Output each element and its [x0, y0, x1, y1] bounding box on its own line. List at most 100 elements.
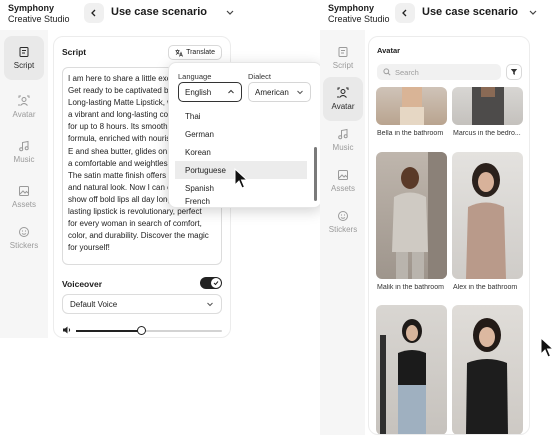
sidebar-item-label: Assets: [11, 200, 36, 209]
translate-button[interactable]: Translate: [168, 45, 222, 60]
page-title: Use case scenario: [111, 6, 208, 18]
avatar-thumbnail[interactable]: [452, 305, 523, 434]
volume-slider-thumb[interactable]: [137, 326, 147, 335]
search-placeholder: Search: [395, 67, 419, 77]
avatar-name: Bella in the bathroom: [377, 130, 444, 137]
sidebar-item-music[interactable]: Music: [323, 118, 363, 162]
avatar-name: Alex in the bathroom: [453, 284, 518, 291]
translate-icon: [175, 49, 183, 57]
scenario-selector[interactable]: Use case scenario: [111, 6, 235, 18]
avatar-photo: [380, 319, 426, 434]
avatar-panel: Avatar Search Bella in the bathroom Marc…: [368, 36, 530, 435]
sidebar-item-label: Music: [13, 155, 35, 164]
sidebar-item-label: Stickers: [328, 225, 358, 234]
brand-subtitle: Creative Studio: [8, 14, 70, 24]
avatar-thumbnail[interactable]: [376, 87, 447, 125]
sidebar-item-label: Script: [332, 61, 354, 70]
sidebar-item-label: Assets: [330, 184, 355, 193]
sidebar-item-avatar[interactable]: Avatar: [4, 85, 44, 129]
dialect-select[interactable]: American: [248, 82, 311, 102]
avatar-photo: [466, 318, 508, 434]
sidebar-item-assets[interactable]: Assets: [4, 175, 44, 219]
chevron-left-icon: [402, 9, 407, 17]
avatar-photo: [472, 87, 504, 125]
avatar-label: Avatar: [377, 46, 401, 55]
sidebar-item-stickers[interactable]: Stickers: [4, 216, 44, 260]
dialect-label: Dialect: [248, 72, 271, 81]
options-scrollbar[interactable]: [314, 147, 317, 201]
sidebar-item-assets[interactable]: Assets: [323, 159, 363, 203]
script-icon: [19, 47, 29, 57]
brand-logo: Symphony Creative Studio: [8, 3, 70, 25]
voiceover-toggle[interactable]: [200, 277, 222, 289]
stickers-icon: [19, 227, 29, 237]
sidebar-item-avatar[interactable]: Avatar: [323, 77, 363, 121]
avatar-thumbnail[interactable]: [452, 152, 523, 279]
toggle-knob: [211, 278, 221, 288]
translate-label: Translate: [186, 49, 215, 56]
filter-icon: [510, 69, 518, 75]
page-title: Use case scenario: [422, 6, 519, 18]
language-label: Language: [178, 72, 212, 81]
brand-subtitle: Creative Studio: [328, 14, 390, 24]
brand-name: Symphony: [8, 3, 55, 13]
sidebar-item-label: Script: [13, 61, 35, 70]
language-option[interactable]: French: [175, 197, 307, 207]
mouse-cursor-icon: [540, 337, 555, 358]
sidebar-item-stickers[interactable]: Stickers: [323, 200, 363, 244]
chevron-up-icon: [228, 89, 234, 94]
chevron-down-icon: [297, 90, 303, 95]
back-button[interactable]: [84, 3, 104, 23]
sidebar-item-label: Avatar: [331, 102, 355, 111]
brand-logo: Symphony Creative Studio: [328, 3, 390, 25]
sidebar-item-music[interactable]: Music: [4, 130, 44, 174]
voice-select[interactable]: Default Voice: [62, 294, 222, 314]
script-line: for every woman in search of comfort,: [68, 219, 202, 229]
voice-select-value: Default Voice: [70, 299, 118, 309]
volume-icon: [63, 326, 71, 334]
assets-icon: [19, 186, 29, 196]
chevron-down-icon: [207, 302, 213, 307]
voiceover-label: Voiceover: [62, 279, 103, 289]
language-option[interactable]: Korean: [175, 143, 307, 161]
avatar-icon: [337, 87, 349, 98]
back-button[interactable]: [395, 3, 415, 23]
brand-name: Symphony: [328, 3, 375, 13]
language-option[interactable]: Thai: [175, 107, 307, 125]
stickers-icon: [338, 211, 348, 221]
scenario-selector[interactable]: Use case scenario: [422, 6, 538, 18]
search-icon: [383, 68, 391, 76]
chevron-down-icon: [529, 10, 537, 15]
avatar-icon: [18, 95, 30, 106]
script-line: for yourself!: [68, 243, 110, 253]
sidebar-item-script[interactable]: Script: [323, 36, 363, 80]
sidebar-item-label: Stickers: [9, 241, 39, 250]
avatar-photo: [466, 163, 506, 279]
script-label: Script: [62, 47, 87, 57]
music-icon: [338, 128, 348, 140]
dialect-select-value: American: [255, 87, 289, 97]
language-options-list: Thai German Korean Portuguese Spanish Fr…: [175, 107, 307, 207]
sidebar-item-label: Avatar: [12, 110, 36, 119]
sidebar-item-label: Music: [332, 143, 354, 152]
sidebar-item-script[interactable]: Script: [4, 36, 44, 80]
language-option[interactable]: German: [175, 125, 307, 143]
avatar-thumbnail[interactable]: [376, 152, 447, 279]
music-icon: [19, 140, 29, 152]
avatar-photo: [392, 152, 447, 279]
avatar-name: Marcus in the bedro...: [453, 130, 521, 137]
check-icon: [213, 281, 219, 286]
filter-button[interactable]: [506, 64, 522, 80]
chevron-left-icon: [91, 9, 96, 17]
mouse-cursor-icon: [234, 168, 249, 189]
avatar-name: Malik in the bathroom: [377, 284, 444, 291]
avatar-thumbnail[interactable]: [376, 305, 447, 434]
assets-icon: [338, 170, 348, 180]
script-line: color, and durability. Discover the magi…: [68, 231, 209, 241]
language-select[interactable]: English: [178, 82, 242, 102]
avatar-thumbnail[interactable]: [452, 87, 523, 125]
chevron-down-icon: [226, 10, 234, 15]
volume-slider-fill: [76, 330, 142, 332]
volume-slider[interactable]: [76, 330, 222, 332]
avatar-search-input[interactable]: Search: [377, 64, 501, 80]
